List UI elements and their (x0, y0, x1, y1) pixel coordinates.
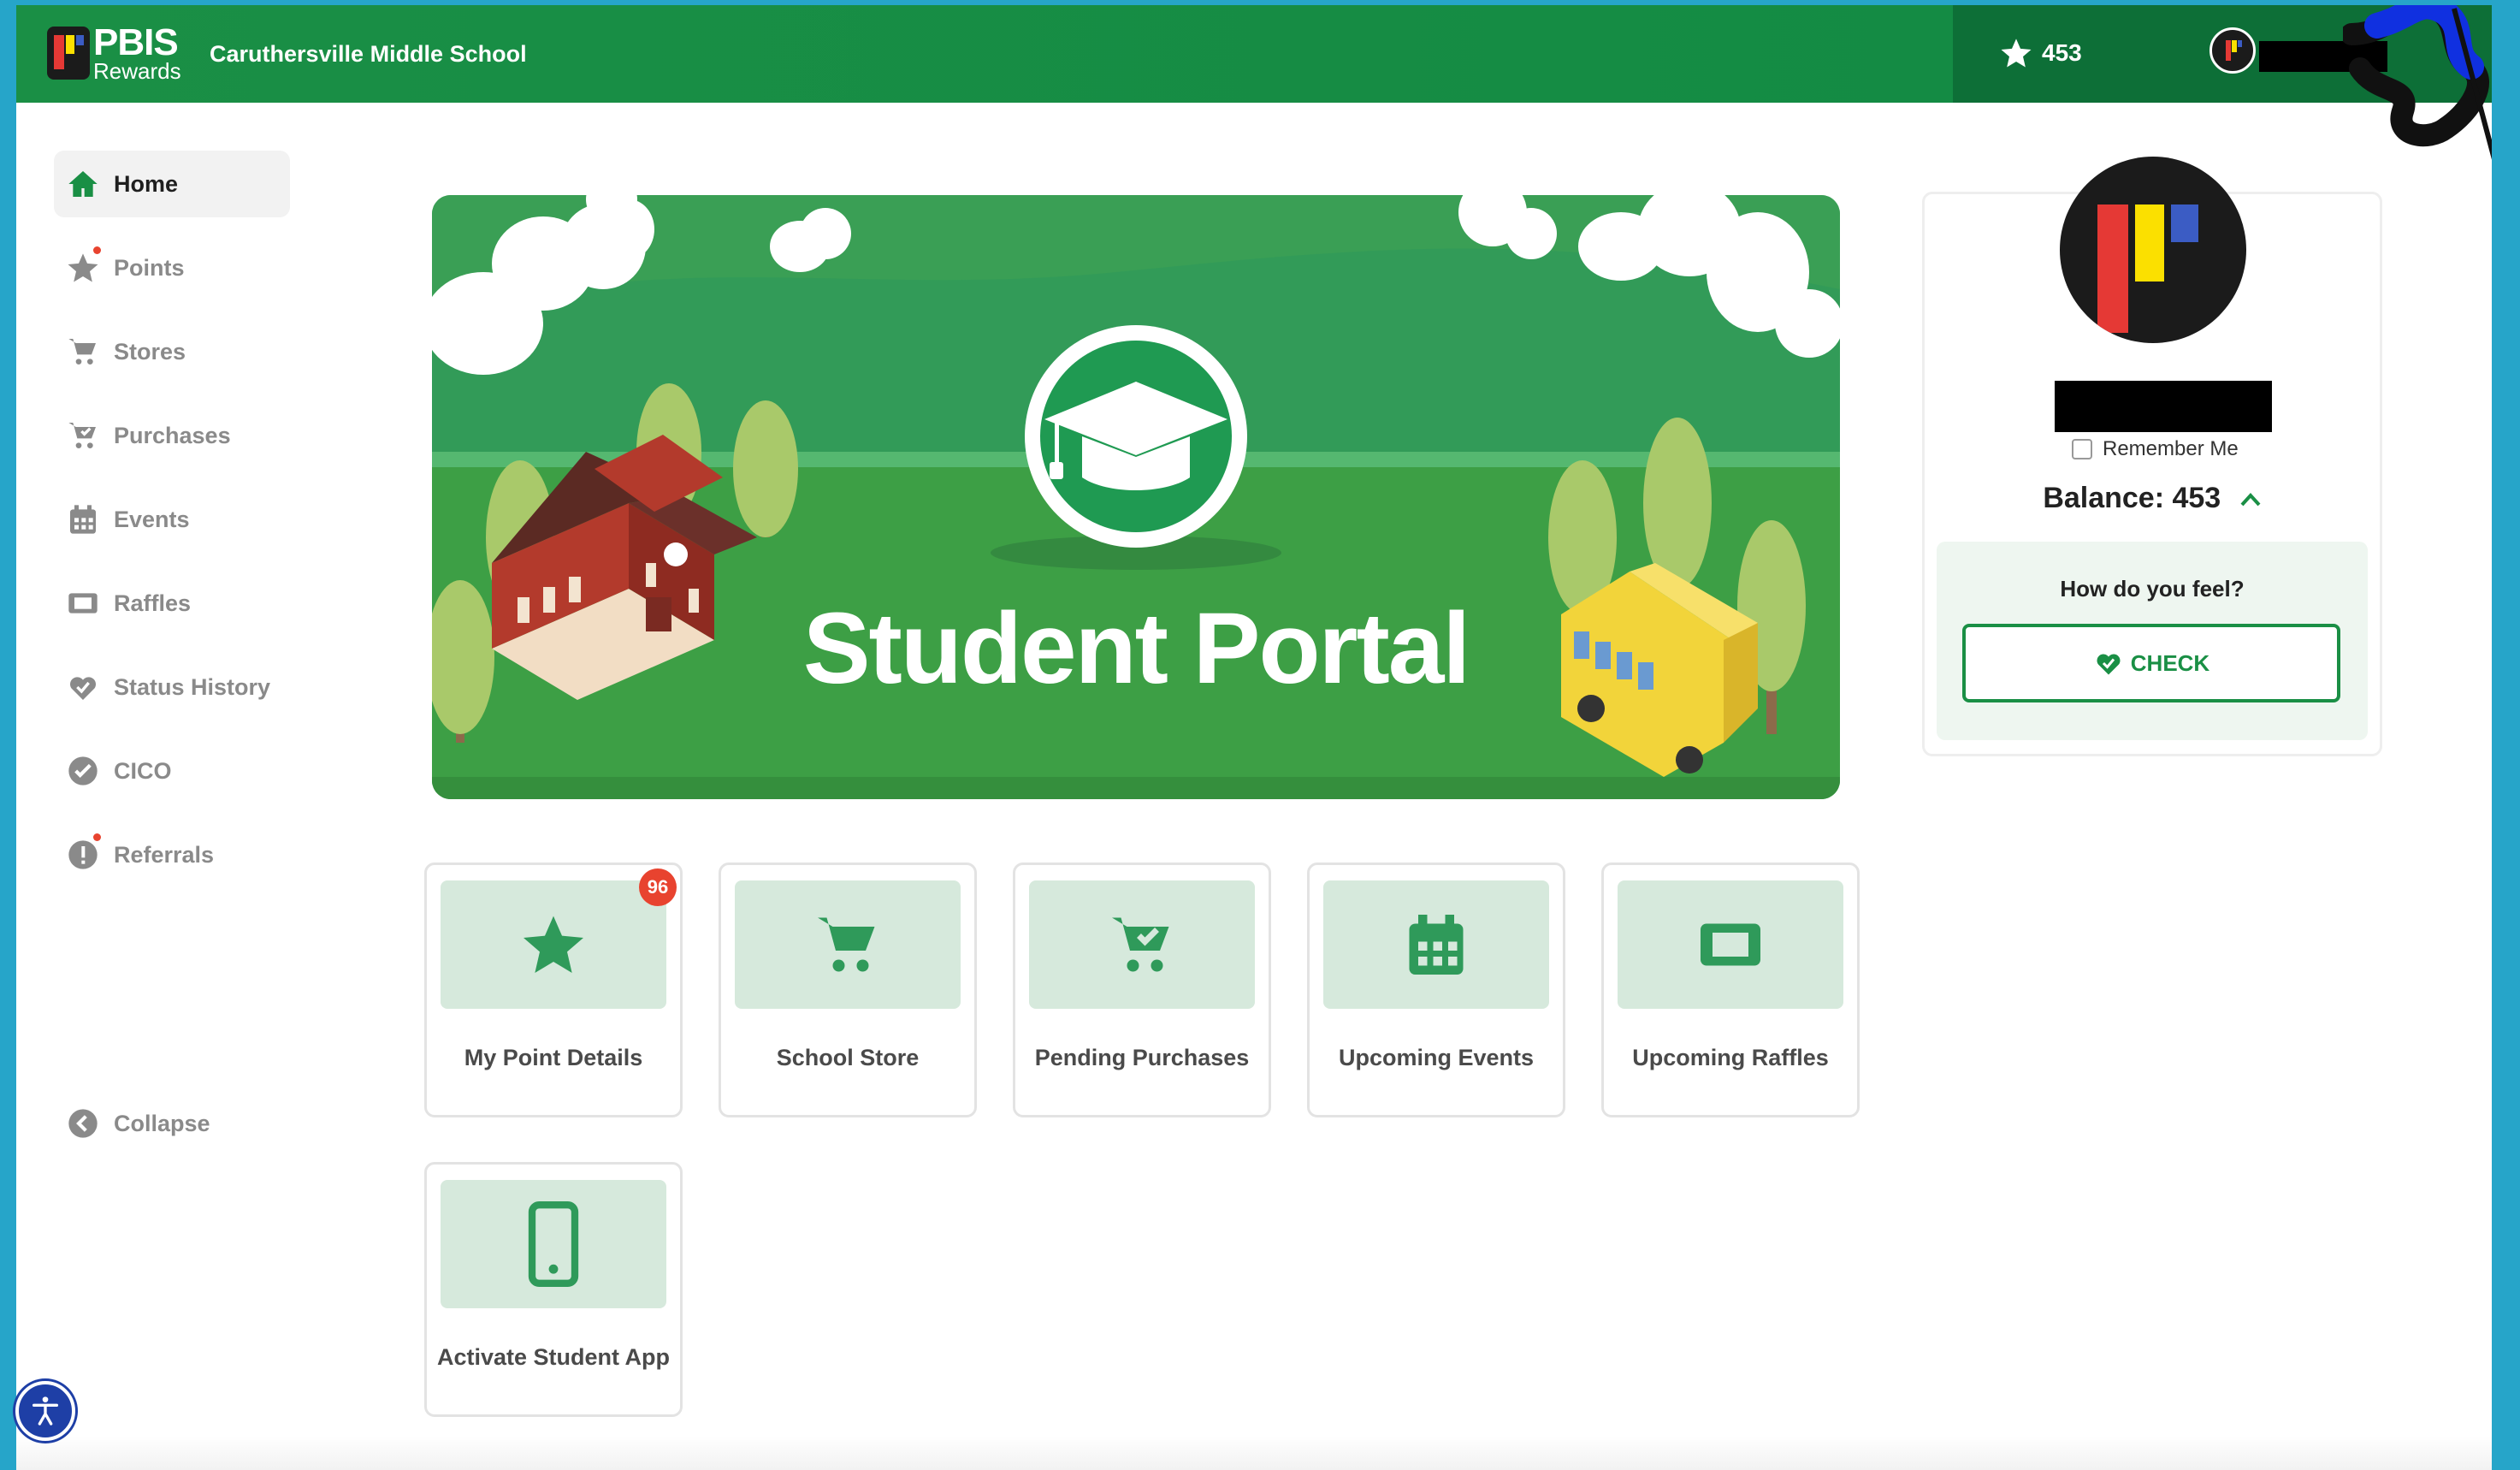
accessibility-icon (33, 1396, 59, 1426)
tile-pending-purchases[interactable]: Pending Purchases (1013, 862, 1271, 1117)
pbis-logo[interactable]: PBIS Rewards (47, 24, 181, 82)
notification-badge: 96 (639, 868, 677, 906)
remember-me[interactable]: Remember Me (2072, 437, 2239, 461)
sidebar-item-label: Home (114, 170, 179, 197)
sidebar-collapse-button[interactable]: Collapse (54, 1090, 290, 1157)
check-circle-icon (68, 756, 98, 785)
calendar-icon (1409, 915, 1464, 975)
header-avatar[interactable] (2209, 27, 2256, 74)
sidebar-item-referrals[interactable]: Referrals (54, 821, 290, 888)
tile-label: Upcoming Raffles (1632, 1045, 1829, 1070)
check-button[interactable]: CHECK (1962, 624, 2340, 702)
profile-card: Remember Me Balance: 453 How do you feel… (1922, 157, 2382, 756)
sidebar-item-home[interactable]: Home (54, 151, 290, 217)
sidebar-nav: Home Points Stores Purchases Events Raff… (54, 151, 311, 1174)
tile-label: Upcoming Events (1338, 1045, 1535, 1070)
scribble-overlay (2343, 5, 2492, 160)
collapse-label: Collapse (114, 1110, 210, 1136)
remember-me-checkbox[interactable] (2072, 439, 2092, 459)
remember-me-label: Remember Me (2103, 437, 2239, 460)
profile-avatar (2060, 157, 2246, 343)
notification-dot (93, 246, 101, 254)
cart-check-icon (68, 423, 96, 448)
tile-label: My Point Details (464, 1045, 643, 1070)
feelings-checkin: How do you feel? CHECK (1937, 542, 2368, 740)
sidebar-item-raffles[interactable]: Raffles (54, 570, 290, 637)
sidebar-item-label: Status History (114, 673, 271, 700)
tile-upcoming-events[interactable]: Upcoming Events (1307, 862, 1565, 1117)
star-icon (524, 916, 583, 973)
feelings-question: How do you feel? (2060, 576, 2245, 602)
sidebar-item-label: Raffles (114, 590, 192, 616)
accessibility-button[interactable] (15, 1381, 75, 1441)
arrow-left-circle-icon (68, 1109, 98, 1138)
tile-activate-student-app[interactable]: Activate Student App (424, 1162, 683, 1417)
sidebar-item-purchases[interactable]: Purchases (54, 402, 290, 469)
tile-school-store[interactable]: School Store (719, 862, 977, 1117)
cart-check-icon (1112, 917, 1169, 972)
ticket-icon (1701, 923, 1760, 966)
tile-upcoming-raffles[interactable]: Upcoming Raffles (1601, 862, 1860, 1117)
sidebar-item-label: Stores (114, 338, 186, 365)
balance-text: Balance: 453 (2043, 482, 2221, 514)
alert-circle-icon (68, 840, 98, 869)
cart-icon (68, 339, 96, 365)
student-portal-banner: Student Portal (432, 195, 1840, 799)
header-points[interactable]: 453 (1999, 36, 2082, 70)
tile-label: Activate Student App (436, 1344, 671, 1370)
sidebar-item-label: Purchases (114, 422, 231, 448)
bottom-edge (16, 1436, 2492, 1470)
heart-icon (70, 677, 96, 700)
sidebar-item-events[interactable]: Events (54, 486, 290, 553)
redacted-student-name (2055, 381, 2272, 432)
pbis-logo-text: PBIS Rewards (93, 21, 181, 84)
star-icon (2001, 39, 2032, 68)
calendar-icon (70, 505, 96, 534)
sidebar-item-cico[interactable]: CICO (54, 738, 290, 804)
star-icon (68, 253, 98, 282)
header-points-value: 453 (2042, 39, 2082, 66)
sidebar-item-points[interactable]: Points (54, 234, 290, 301)
logo-sub-text: Rewards (93, 58, 181, 84)
sidebar-item-stores[interactable]: Stores (54, 318, 290, 385)
phone-icon (528, 1201, 579, 1287)
cart-icon (818, 917, 875, 972)
home-icon (68, 171, 98, 197)
logo-main-text: PBIS (93, 21, 179, 63)
tile-label: Pending Purchases (1034, 1045, 1250, 1070)
notification-dot (93, 833, 101, 841)
pbis-logo-icon (47, 27, 90, 80)
check-button-label: CHECK (2130, 649, 2210, 676)
banner-title: Student Portal (802, 592, 1470, 705)
tile-my-point-details[interactable]: 96 My Point Details (424, 862, 683, 1117)
ticket-icon (68, 593, 98, 613)
sidebar-item-label: CICO (114, 757, 172, 784)
heart-check-icon (2097, 654, 2121, 675)
chevron-up-icon[interactable] (2239, 482, 2262, 514)
sidebar-item-status-history[interactable]: Status History (54, 654, 290, 720)
balance-row: Balance: 453 (1925, 482, 2380, 515)
tile-label: School Store (776, 1045, 920, 1070)
sidebar-item-label: Points (114, 254, 185, 281)
school-name: Caruthersville Middle School (210, 41, 527, 67)
app-window: PBIS Rewards Caruthersville Middle Schoo… (16, 5, 2492, 1470)
top-header: PBIS Rewards Caruthersville Middle Schoo… (16, 5, 2492, 160)
banner-illustration (432, 195, 1840, 799)
sidebar-item-label: Events (114, 506, 190, 532)
sidebar-item-label: Referrals (114, 841, 215, 868)
